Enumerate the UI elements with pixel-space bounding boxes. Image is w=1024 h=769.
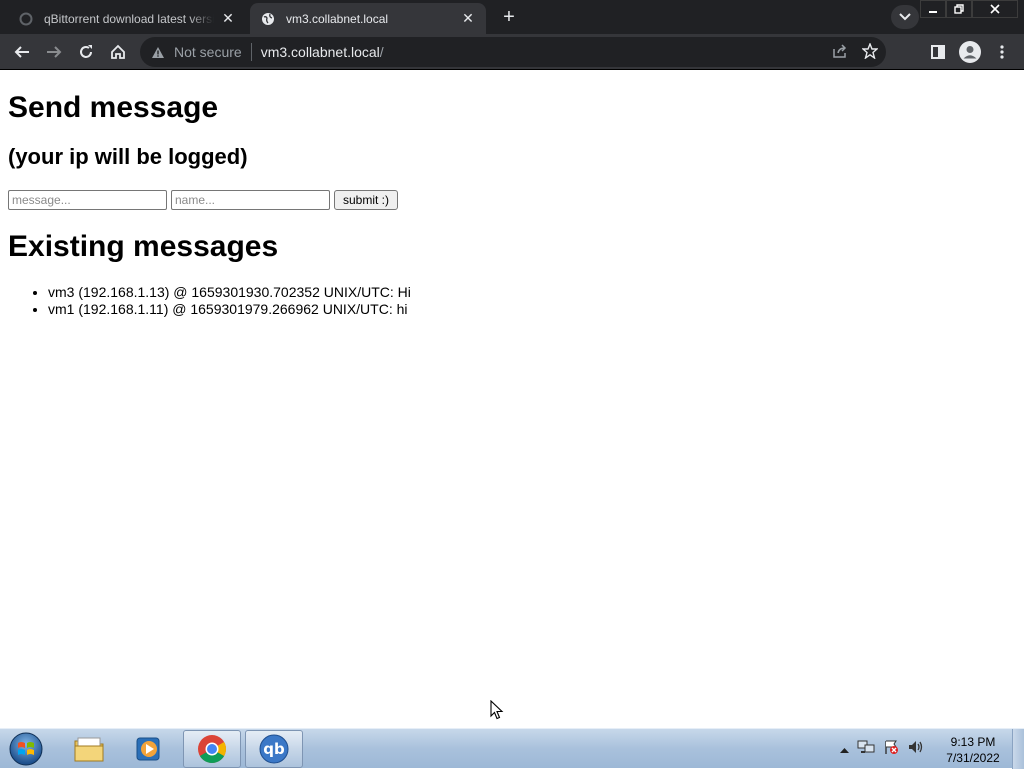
show-hidden-icons-icon[interactable]	[840, 740, 849, 758]
windows-logo-icon	[9, 732, 43, 766]
side-panel-icon[interactable]	[924, 38, 952, 66]
browser-tabstrip: qBittorrent download latest versi ✕ vm3.…	[0, 0, 1024, 34]
system-tray	[840, 729, 925, 769]
page-content: Send message (your ip will be logged) su…	[0, 71, 1024, 728]
tab-close-icon[interactable]: ✕	[220, 10, 236, 27]
show-desktop-button[interactable]	[1012, 729, 1024, 769]
page-title: Send message	[8, 91, 219, 124]
qbittorrent-taskbar-icon[interactable]: qb	[245, 730, 303, 768]
url-path: /	[379, 44, 384, 60]
globe-icon	[260, 11, 276, 27]
chrome-taskbar-icon[interactable]	[183, 730, 241, 768]
address-bar[interactable]: Not secure vm3.collabnet.local /	[140, 37, 886, 67]
file-explorer-icon[interactable]	[60, 730, 118, 768]
warning-triangle-icon[interactable]	[150, 44, 166, 60]
submit-button[interactable]: submit :)	[334, 190, 398, 210]
tab-close-icon[interactable]: ✕	[460, 10, 476, 27]
tab-title: vm3.collabnet.local	[286, 11, 389, 26]
menu-kebab-icon[interactable]	[988, 38, 1016, 66]
back-arrow-icon[interactable]	[8, 38, 36, 66]
browser-toolbar: Not secure vm3.collabnet.local /	[0, 34, 1024, 70]
media-player-icon[interactable]	[120, 730, 178, 768]
taskbar-clock[interactable]: 9:13 PM 7/31/2022	[940, 734, 1006, 766]
mouse-cursor-icon	[490, 700, 504, 720]
start-button[interactable]	[6, 730, 46, 768]
bookmark-star-icon[interactable]	[861, 42, 879, 62]
new-tab-plus-icon[interactable]: +	[496, 5, 522, 29]
window-close-icon[interactable]	[972, 0, 1018, 18]
address-divider	[250, 43, 252, 61]
qbittorrent-label: qb	[263, 740, 285, 758]
reload-icon[interactable]	[72, 38, 100, 66]
share-icon[interactable]	[832, 43, 848, 62]
tab-search-chevron-icon[interactable]	[891, 5, 919, 29]
action-center-flag-icon[interactable]	[883, 739, 899, 760]
security-status[interactable]: Not secure	[174, 44, 242, 60]
taskbar: qb 9:13 PM 7/31/2022	[0, 728, 1024, 769]
profile-avatar-icon[interactable]	[956, 38, 984, 66]
name-input[interactable]	[171, 190, 330, 210]
message-list: vm3 (192.168.1.13) @ 1659301930.702352 U…	[48, 284, 411, 318]
restore-icon[interactable]	[946, 0, 972, 18]
window-controls	[920, 0, 1018, 18]
loading-spinner-icon	[18, 11, 34, 27]
tab-qbittorrent[interactable]: qBittorrent download latest versi ✕	[8, 3, 246, 34]
message-input[interactable]	[8, 190, 167, 210]
tab-title: qBittorrent download latest versi	[44, 11, 214, 26]
page-subtitle: (your ip will be logged)	[8, 144, 248, 169]
url-host: vm3.collabnet.local	[260, 44, 380, 60]
clock-time: 9:13 PM	[950, 735, 996, 749]
existing-messages-heading: Existing messages	[8, 230, 279, 263]
list-item: vm3 (192.168.1.13) @ 1659301930.702352 U…	[48, 284, 411, 301]
list-item: vm1 (192.168.1.11) @ 1659301979.266962 U…	[48, 301, 411, 318]
minimize-icon[interactable]	[920, 0, 946, 18]
network-icon[interactable]	[857, 739, 875, 760]
home-icon[interactable]	[104, 38, 132, 66]
clock-date: 7/31/2022	[946, 751, 1000, 765]
tab-vm3[interactable]: vm3.collabnet.local ✕	[250, 3, 486, 34]
forward-arrow-icon[interactable]	[40, 38, 68, 66]
volume-speaker-icon[interactable]	[907, 739, 925, 760]
